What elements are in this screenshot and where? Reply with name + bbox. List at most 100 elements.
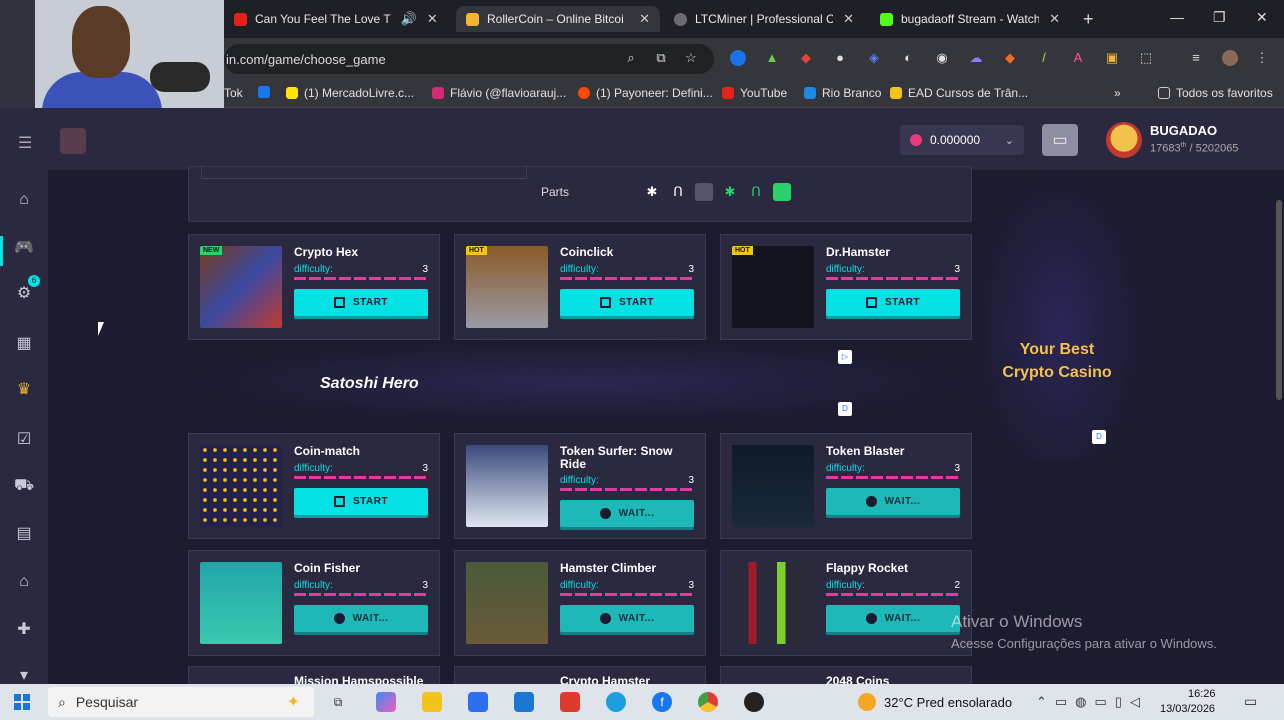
wps-icon[interactable]	[560, 692, 580, 712]
restore-icon[interactable]: ❐	[1213, 9, 1226, 26]
extension-icon[interactable]: A	[1070, 50, 1086, 66]
game-card-flappy-rocket[interactable]: Flappy Rocket difficulty: 2 WAIT...	[720, 550, 972, 656]
star-icon[interactable]: ☆	[683, 50, 699, 66]
casino-ad[interactable]: Your Best Crypto Casino D	[974, 170, 1144, 460]
clock[interactable]: 16:26 13/03/2026	[1160, 687, 1216, 717]
page-scrollbar[interactable]	[1276, 200, 1282, 400]
miner-icon[interactable]: ⚙	[14, 284, 34, 304]
extension-icon[interactable]	[730, 50, 746, 66]
start-button[interactable]: START	[826, 289, 960, 316]
chest-icon[interactable]: ▤	[14, 524, 34, 544]
extension-icon[interactable]: ▲	[764, 50, 780, 66]
close-tab-icon[interactable]: ✕	[1039, 11, 1060, 27]
game-card-dr-hamster[interactable]: HOT Dr.Hamster difficulty: 3 START	[720, 234, 972, 340]
system-tray[interactable]: ⌃▭◍▭▯◁	[1036, 694, 1148, 710]
extension-icon[interactable]: ◉	[934, 50, 950, 66]
store-icon[interactable]	[468, 692, 488, 712]
snowflake-part-icon[interactable]: ✱	[721, 183, 739, 201]
close-tab-icon[interactable]: ✕	[629, 11, 650, 27]
start-button[interactable]: START	[294, 488, 428, 515]
game-card-hamster-climber[interactable]: Hamster Climber difficulty: 3 WAIT...	[454, 550, 706, 656]
ad-choices-icon[interactable]: ▷	[838, 350, 852, 364]
task-view-icon[interactable]: ⧉	[328, 692, 348, 712]
bookmark-item[interactable]: (1) MercadoLivre.c...	[286, 86, 414, 100]
start-button[interactable]: START	[560, 289, 694, 316]
close-tab-icon[interactable]: ✕	[833, 11, 854, 27]
user-avatar[interactable]	[1106, 122, 1142, 158]
chip-part-icon[interactable]	[695, 183, 713, 201]
windows-start-icon[interactable]	[14, 694, 30, 710]
game-card-token-blaster[interactable]: Token Blaster difficulty: 3 WAIT...	[720, 433, 972, 539]
close-window-icon[interactable]: ✕	[1256, 9, 1268, 26]
site-logo[interactable]	[60, 128, 86, 154]
install-icon[interactable]: ⧉	[653, 50, 669, 66]
magnet-part-icon[interactable]: Ո	[669, 183, 687, 201]
close-tab-icon[interactable]: ✕	[417, 11, 438, 27]
chrome-icon[interactable]	[698, 692, 718, 712]
wait-button[interactable]: WAIT...	[560, 605, 694, 632]
crown-icon[interactable]: ♛	[14, 380, 34, 400]
weather-widget[interactable]: 32°C Pred ensolarado	[858, 693, 1012, 711]
satoshi-hero-banner[interactable]: Satoshi Hero ▷ D	[188, 340, 972, 424]
extension-icon[interactable]: ◈	[866, 50, 882, 66]
ad-icon[interactable]: D	[838, 402, 852, 416]
profile-avatar-icon[interactable]	[1222, 50, 1238, 66]
bank-icon[interactable]: ⌂	[14, 572, 34, 592]
wait-button[interactable]: WAIT...	[826, 488, 960, 515]
game-card-coin-fisher[interactable]: Coin Fisher difficulty: 3 WAIT...	[188, 550, 440, 656]
wait-button[interactable]: WAIT...	[826, 605, 960, 632]
browser-tab[interactable]: bugadaoff Stream - Watch L ✕	[870, 6, 1070, 32]
calendar-icon[interactable]: ▦	[14, 334, 34, 354]
game-card-token-surfer[interactable]: Token Surfer: Snow Ride difficulty: 3 WA…	[454, 433, 706, 539]
url-field[interactable]: in.com/game/choose_game	[224, 44, 714, 74]
extension-icon[interactable]: ☁	[968, 50, 984, 66]
mute-icon[interactable]: 🔊	[391, 11, 417, 27]
bookmark-item[interactable]: Rio Branco	[804, 86, 881, 100]
gift-icon[interactable]: ✚	[14, 620, 34, 640]
chip-part-icon[interactable]	[773, 183, 791, 201]
wait-button[interactable]: WAIT...	[560, 500, 694, 527]
reading-list-icon[interactable]: ≡	[1188, 50, 1204, 66]
magnet-part-icon[interactable]: Ո	[747, 183, 765, 201]
ad-icon[interactable]: D	[1092, 430, 1106, 444]
game-card-coin-match[interactable]: Coin-match difficulty: 3 START	[188, 433, 440, 539]
all-bookmarks[interactable]: Todos os favoritos	[1158, 86, 1273, 100]
bookmark-item[interactable]: Flávio (@flavioarauj...	[432, 86, 566, 100]
facebook-icon[interactable]: f	[652, 692, 672, 712]
bookmark-item[interactable]: Tok	[224, 86, 243, 100]
wait-button[interactable]: WAIT...	[294, 605, 428, 632]
notification-icon[interactable]: ▭	[1244, 693, 1257, 710]
cart-icon[interactable]: ⛟	[14, 476, 34, 496]
browser-tab[interactable]: LTCMiner | Professional Clou ✕	[664, 6, 864, 32]
extension-icon[interactable]: ◆	[798, 50, 814, 66]
copilot-icon[interactable]	[376, 692, 396, 712]
edge-icon[interactable]	[606, 692, 626, 712]
menu-toggle-icon[interactable]: ☰	[18, 133, 32, 153]
start-button[interactable]: START	[294, 289, 428, 316]
game-card-crypto-hex[interactable]: NEW Crypto Hex difficulty: 3 START	[188, 234, 440, 340]
extensions-puzzle-icon[interactable]: ⬚	[1138, 50, 1154, 66]
file-explorer-icon[interactable]	[422, 692, 442, 712]
balance-selector[interactable]: 0.000000 ⌄	[900, 125, 1024, 155]
extension-icon[interactable]: /	[1036, 50, 1052, 66]
taskbar-search[interactable]: ⌕ Pesquisar ✦	[48, 687, 314, 717]
bookmark-item[interactable]: YouTube	[722, 86, 787, 100]
snowflake-part-icon[interactable]: ✱	[643, 183, 661, 201]
tasks-icon[interactable]: ☑	[14, 430, 34, 450]
new-tab-icon[interactable]: +	[1083, 9, 1094, 30]
metamask-icon[interactable]: ◆	[1002, 50, 1018, 66]
games-icon[interactable]: 🎮	[14, 238, 34, 258]
obs-icon[interactable]	[744, 692, 764, 712]
bookmark-item[interactable]	[258, 86, 276, 98]
zoom-icon[interactable]: ⌕	[623, 50, 639, 66]
kebab-menu-icon[interactable]: ⋮	[1254, 50, 1270, 66]
home-icon[interactable]: ⌂	[14, 190, 34, 210]
bookmark-item[interactable]: EAD Cursos de Trân...	[890, 86, 1028, 100]
extension-icon[interactable]: ▣	[1104, 50, 1120, 66]
game-card-coinclick[interactable]: HOT Coinclick difficulty: 3 START	[454, 234, 706, 340]
bookmark-item[interactable]: (1) Payoneer: Defini...	[578, 86, 713, 100]
wallet-button[interactable]: ▭	[1042, 124, 1078, 156]
browser-tab[interactable]: Can You Feel The Love T 🔊 ✕	[224, 6, 446, 32]
browser-tab-active[interactable]: RollerCoin – Online Bitcoin M ✕	[456, 6, 660, 32]
outlook-icon[interactable]	[514, 692, 534, 712]
